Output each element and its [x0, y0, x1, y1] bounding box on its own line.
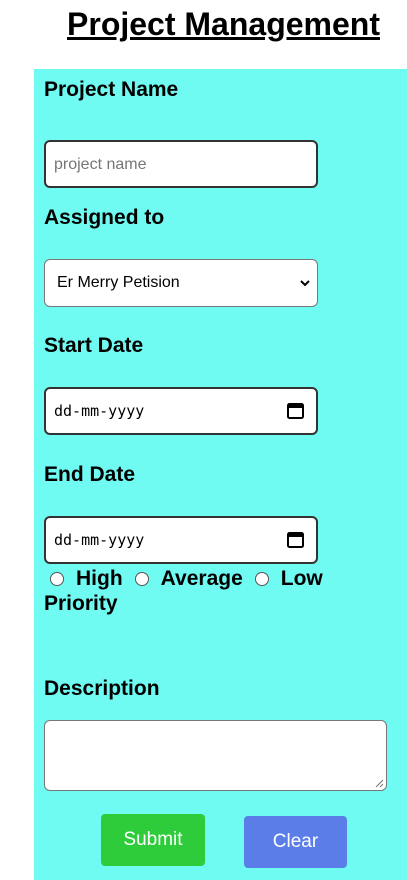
priority-low-radio[interactable]	[254, 572, 269, 586]
end-date-label: End Date	[44, 463, 136, 486]
end-date-input[interactable]: dd-mm-yyyy	[44, 516, 318, 564]
page-title: Project Management	[67, 6, 380, 42]
priority-label: Priority	[44, 592, 118, 615]
clear-button[interactable]: Clear	[244, 816, 347, 868]
priority-radio-group: High Average Low	[50, 564, 335, 594]
priority-high-radio[interactable]	[50, 572, 64, 586]
start-date-value: dd-mm-yyyy	[54, 402, 145, 420]
assigned-to-label: Assigned to	[44, 206, 165, 229]
assigned-to-selected-value: Er Merry Petision	[57, 274, 180, 291]
description-textarea[interactable]	[44, 720, 387, 791]
resize-grip-icon[interactable]	[375, 779, 384, 788]
start-date-label: Start Date	[44, 334, 144, 357]
priority-average-label[interactable]: Average	[161, 567, 243, 591]
start-date-input[interactable]: dd-mm-yyyy	[44, 387, 318, 435]
priority-low-label[interactable]: Low	[281, 567, 323, 591]
description-label: Description	[44, 677, 160, 700]
project-form: Project Name project name Assigned to Er…	[34, 69, 407, 880]
project-name-label: Project Name	[44, 78, 179, 101]
priority-average-radio[interactable]	[134, 572, 149, 586]
assigned-to-select[interactable]: Er Merry Petision	[44, 259, 318, 307]
project-name-input[interactable]: project name	[44, 140, 318, 188]
chevron-down-icon	[300, 280, 310, 287]
calendar-icon[interactable]	[287, 402, 304, 419]
project-name-placeholder: project name	[54, 156, 147, 173]
submit-button[interactable]: Submit	[101, 814, 205, 866]
calendar-icon[interactable]	[287, 531, 304, 548]
priority-high-label[interactable]: High	[76, 567, 123, 591]
end-date-value: dd-mm-yyyy	[54, 531, 145, 549]
